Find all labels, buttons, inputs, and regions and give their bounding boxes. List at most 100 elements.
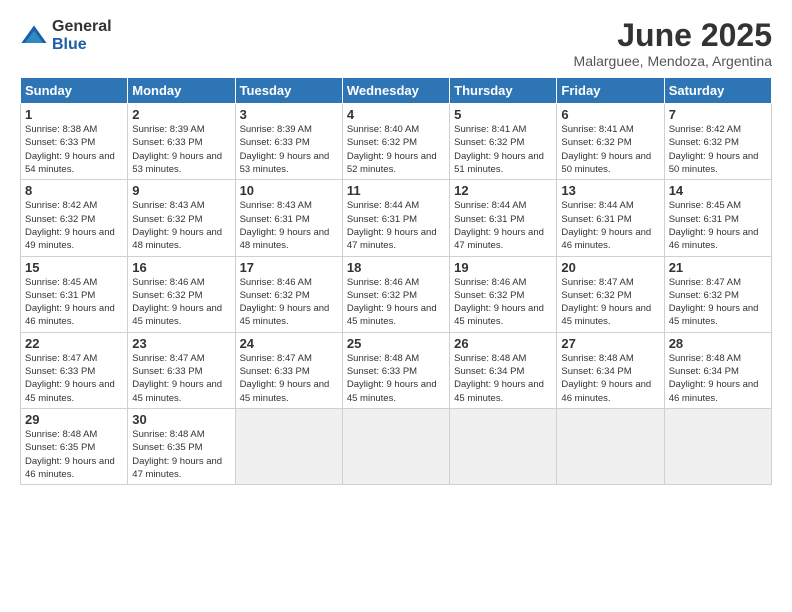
table-row: 19 Sunrise: 8:46 AMSunset: 6:32 PMDaylig…	[450, 256, 557, 332]
table-row: 18 Sunrise: 8:46 AMSunset: 6:32 PMDaylig…	[342, 256, 449, 332]
day-number: 27	[561, 336, 659, 351]
table-row	[450, 408, 557, 484]
table-row: 7 Sunrise: 8:42 AMSunset: 6:32 PMDayligh…	[664, 104, 771, 180]
day-number: 14	[669, 183, 767, 198]
table-row: 28 Sunrise: 8:48 AMSunset: 6:34 PMDaylig…	[664, 332, 771, 408]
main-title: June 2025	[574, 18, 772, 53]
day-detail: Sunrise: 8:43 AMSunset: 6:31 PMDaylight:…	[240, 200, 330, 251]
table-row: 21 Sunrise: 8:47 AMSunset: 6:32 PMDaylig…	[664, 256, 771, 332]
table-row: 30 Sunrise: 8:48 AMSunset: 6:35 PMDaylig…	[128, 408, 235, 484]
table-row: 23 Sunrise: 8:47 AMSunset: 6:33 PMDaylig…	[128, 332, 235, 408]
table-row: 5 Sunrise: 8:41 AMSunset: 6:32 PMDayligh…	[450, 104, 557, 180]
day-number: 2	[132, 107, 230, 122]
table-row: 4 Sunrise: 8:40 AMSunset: 6:32 PMDayligh…	[342, 104, 449, 180]
day-number: 17	[240, 260, 338, 275]
day-number: 24	[240, 336, 338, 351]
day-number: 28	[669, 336, 767, 351]
logo-general: General	[52, 18, 112, 35]
day-detail: Sunrise: 8:48 AMSunset: 6:34 PMDaylight:…	[454, 353, 544, 404]
day-number: 10	[240, 183, 338, 198]
subtitle: Malarguee, Mendoza, Argentina	[574, 53, 772, 69]
day-detail: Sunrise: 8:41 AMSunset: 6:32 PMDaylight:…	[454, 124, 544, 175]
day-number: 18	[347, 260, 445, 275]
table-row: 27 Sunrise: 8:48 AMSunset: 6:34 PMDaylig…	[557, 332, 664, 408]
table-row: 10 Sunrise: 8:43 AMSunset: 6:31 PMDaylig…	[235, 180, 342, 256]
table-row: 26 Sunrise: 8:48 AMSunset: 6:34 PMDaylig…	[450, 332, 557, 408]
table-row: 8 Sunrise: 8:42 AMSunset: 6:32 PMDayligh…	[21, 180, 128, 256]
day-number: 5	[454, 107, 552, 122]
day-detail: Sunrise: 8:48 AMSunset: 6:35 PMDaylight:…	[25, 429, 115, 480]
col-tuesday: Tuesday	[235, 78, 342, 104]
calendar-header-row: Sunday Monday Tuesday Wednesday Thursday…	[21, 78, 772, 104]
day-number: 26	[454, 336, 552, 351]
table-row	[342, 408, 449, 484]
day-number: 16	[132, 260, 230, 275]
table-row	[664, 408, 771, 484]
day-detail: Sunrise: 8:47 AMSunset: 6:33 PMDaylight:…	[240, 353, 330, 404]
day-detail: Sunrise: 8:44 AMSunset: 6:31 PMDaylight:…	[347, 200, 437, 251]
table-row: 3 Sunrise: 8:39 AMSunset: 6:33 PMDayligh…	[235, 104, 342, 180]
day-detail: Sunrise: 8:45 AMSunset: 6:31 PMDaylight:…	[669, 200, 759, 251]
calendar-week-3: 15 Sunrise: 8:45 AMSunset: 6:31 PMDaylig…	[21, 256, 772, 332]
table-row: 13 Sunrise: 8:44 AMSunset: 6:31 PMDaylig…	[557, 180, 664, 256]
page: General Blue June 2025 Malarguee, Mendoz…	[0, 0, 792, 612]
table-row: 12 Sunrise: 8:44 AMSunset: 6:31 PMDaylig…	[450, 180, 557, 256]
day-detail: Sunrise: 8:48 AMSunset: 6:33 PMDaylight:…	[347, 353, 437, 404]
day-number: 9	[132, 183, 230, 198]
table-row: 14 Sunrise: 8:45 AMSunset: 6:31 PMDaylig…	[664, 180, 771, 256]
logo-text: General Blue	[52, 18, 112, 54]
table-row: 29 Sunrise: 8:48 AMSunset: 6:35 PMDaylig…	[21, 408, 128, 484]
day-detail: Sunrise: 8:48 AMSunset: 6:35 PMDaylight:…	[132, 429, 222, 480]
table-row: 1 Sunrise: 8:38 AMSunset: 6:33 PMDayligh…	[21, 104, 128, 180]
table-row: 20 Sunrise: 8:47 AMSunset: 6:32 PMDaylig…	[557, 256, 664, 332]
day-detail: Sunrise: 8:46 AMSunset: 6:32 PMDaylight:…	[132, 277, 222, 328]
day-detail: Sunrise: 8:47 AMSunset: 6:33 PMDaylight:…	[132, 353, 222, 404]
day-detail: Sunrise: 8:45 AMSunset: 6:31 PMDaylight:…	[25, 277, 115, 328]
header: General Blue June 2025 Malarguee, Mendoz…	[20, 18, 772, 69]
day-detail: Sunrise: 8:46 AMSunset: 6:32 PMDaylight:…	[454, 277, 544, 328]
col-monday: Monday	[128, 78, 235, 104]
col-thursday: Thursday	[450, 78, 557, 104]
logo-icon	[20, 22, 48, 50]
table-row	[557, 408, 664, 484]
table-row: 9 Sunrise: 8:43 AMSunset: 6:32 PMDayligh…	[128, 180, 235, 256]
table-row: 6 Sunrise: 8:41 AMSunset: 6:32 PMDayligh…	[557, 104, 664, 180]
logo-blue: Blue	[52, 36, 87, 53]
day-detail: Sunrise: 8:48 AMSunset: 6:34 PMDaylight:…	[669, 353, 759, 404]
logo: General Blue	[20, 18, 112, 54]
day-detail: Sunrise: 8:40 AMSunset: 6:32 PMDaylight:…	[347, 124, 437, 175]
day-number: 1	[25, 107, 123, 122]
table-row: 2 Sunrise: 8:39 AMSunset: 6:33 PMDayligh…	[128, 104, 235, 180]
table-row: 15 Sunrise: 8:45 AMSunset: 6:31 PMDaylig…	[21, 256, 128, 332]
day-number: 21	[669, 260, 767, 275]
col-saturday: Saturday	[664, 78, 771, 104]
calendar-week-4: 22 Sunrise: 8:47 AMSunset: 6:33 PMDaylig…	[21, 332, 772, 408]
col-wednesday: Wednesday	[342, 78, 449, 104]
col-sunday: Sunday	[21, 78, 128, 104]
day-number: 29	[25, 412, 123, 427]
day-number: 22	[25, 336, 123, 351]
day-detail: Sunrise: 8:38 AMSunset: 6:33 PMDaylight:…	[25, 124, 115, 175]
day-detail: Sunrise: 8:46 AMSunset: 6:32 PMDaylight:…	[347, 277, 437, 328]
table-row: 24 Sunrise: 8:47 AMSunset: 6:33 PMDaylig…	[235, 332, 342, 408]
day-detail: Sunrise: 8:44 AMSunset: 6:31 PMDaylight:…	[454, 200, 544, 251]
calendar-week-1: 1 Sunrise: 8:38 AMSunset: 6:33 PMDayligh…	[21, 104, 772, 180]
day-number: 23	[132, 336, 230, 351]
day-number: 20	[561, 260, 659, 275]
calendar-table: Sunday Monday Tuesday Wednesday Thursday…	[20, 77, 772, 485]
calendar-week-5: 29 Sunrise: 8:48 AMSunset: 6:35 PMDaylig…	[21, 408, 772, 484]
table-row	[235, 408, 342, 484]
day-number: 19	[454, 260, 552, 275]
day-detail: Sunrise: 8:44 AMSunset: 6:31 PMDaylight:…	[561, 200, 651, 251]
title-section: June 2025 Malarguee, Mendoza, Argentina	[574, 18, 772, 69]
day-detail: Sunrise: 8:47 AMSunset: 6:33 PMDaylight:…	[25, 353, 115, 404]
day-detail: Sunrise: 8:42 AMSunset: 6:32 PMDaylight:…	[25, 200, 115, 251]
day-number: 8	[25, 183, 123, 198]
day-detail: Sunrise: 8:47 AMSunset: 6:32 PMDaylight:…	[669, 277, 759, 328]
day-detail: Sunrise: 8:41 AMSunset: 6:32 PMDaylight:…	[561, 124, 651, 175]
day-number: 13	[561, 183, 659, 198]
day-number: 7	[669, 107, 767, 122]
table-row: 22 Sunrise: 8:47 AMSunset: 6:33 PMDaylig…	[21, 332, 128, 408]
table-row: 16 Sunrise: 8:46 AMSunset: 6:32 PMDaylig…	[128, 256, 235, 332]
calendar-week-2: 8 Sunrise: 8:42 AMSunset: 6:32 PMDayligh…	[21, 180, 772, 256]
